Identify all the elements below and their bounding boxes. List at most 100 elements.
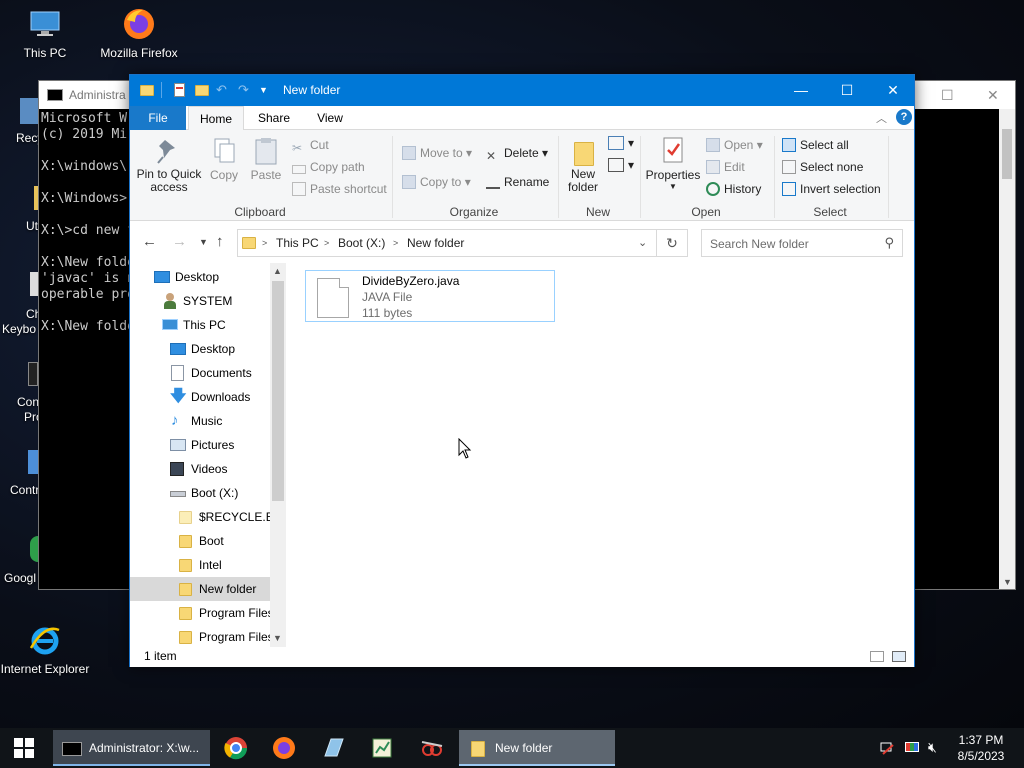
- tab-share[interactable]: Share: [250, 106, 298, 130]
- scrollbar-thumb[interactable]: [272, 281, 284, 501]
- nav-item-new-folder[interactable]: New folder: [130, 577, 270, 601]
- collapse-ribbon-icon[interactable]: ︿: [876, 110, 887, 126]
- snipping-tool-icon[interactable]: [420, 736, 444, 760]
- taskbar-item-explorer[interactable]: New folder: [459, 730, 615, 766]
- large-icons-view-icon[interactable]: [892, 651, 906, 662]
- taskbar-item-console[interactable]: Administrator: X:\w...: [53, 730, 210, 766]
- close-icon[interactable]: ✕: [987, 87, 999, 104]
- copy-button[interactable]: Copy: [206, 136, 242, 182]
- rename-button[interactable]: Rename: [486, 175, 549, 189]
- nav-scrollbar[interactable]: ▲ ▼: [270, 263, 286, 647]
- cut-button[interactable]: ✂ Cut: [292, 138, 329, 155]
- partial-icon-keyboard[interactable]: [30, 272, 38, 296]
- display-icon[interactable]: [904, 740, 920, 759]
- easy-access-button[interactable]: ▾: [608, 158, 634, 172]
- spreadsheet-icon[interactable]: [370, 736, 394, 760]
- history-button[interactable]: History: [706, 182, 761, 196]
- volume-muted-icon[interactable]: 🔇︎: [928, 739, 937, 756]
- nav-item-system[interactable]: SYSTEM: [130, 289, 270, 313]
- chevron-down-icon[interactable]: ▼: [259, 85, 275, 101]
- paste-shortcut-button[interactable]: Paste shortcut: [292, 182, 387, 196]
- console-scrollbar[interactable]: ▼: [999, 109, 1015, 589]
- partial-icon-control-panel[interactable]: [28, 450, 38, 474]
- properties-quick-icon[interactable]: [172, 82, 188, 98]
- nav-item-videos[interactable]: Videos: [130, 457, 270, 481]
- edit-button[interactable]: Edit: [706, 160, 745, 174]
- partial-icon-recycle[interactable]: [20, 98, 38, 124]
- tab-file[interactable]: File: [130, 106, 186, 130]
- nav-item-music[interactable]: ♪ Music: [130, 409, 270, 433]
- address-box[interactable]: > This PC > Boot (X:) > New folder ⌄: [237, 229, 657, 257]
- recent-locations-icon[interactable]: ▼: [199, 237, 208, 247]
- nav-item-program-files[interactable]: Program Files: [130, 601, 270, 625]
- new-folder-button[interactable]: New folder: [562, 136, 604, 194]
- invert-selection-button[interactable]: Invert selection: [782, 182, 881, 196]
- chevron-right-icon[interactable]: >: [262, 238, 267, 248]
- chrome-icon[interactable]: [224, 736, 248, 760]
- easy-access-icon: [608, 158, 624, 172]
- new-item-button[interactable]: ▾: [608, 136, 634, 150]
- minimize-icon[interactable]: —: [778, 75, 824, 106]
- explorer-titlebar[interactable]: ↶ ↷ ▼ New folder — ☐ ✕: [130, 75, 914, 106]
- tab-home[interactable]: Home: [188, 106, 244, 131]
- partial-icon-google[interactable]: [30, 536, 38, 562]
- clock[interactable]: 1:37 PM 8/5/2023: [956, 732, 1006, 764]
- tab-view[interactable]: View: [306, 106, 354, 130]
- maximize-icon[interactable]: ☐: [824, 75, 870, 106]
- folder-icon: [139, 82, 155, 98]
- back-arrow-icon[interactable]: ←: [142, 233, 157, 250]
- nav-item-this-pc[interactable]: This PC: [130, 313, 270, 337]
- nav-item-pictures[interactable]: Pictures: [130, 433, 270, 457]
- nav-item-intel-folder[interactable]: Intel: [130, 553, 270, 577]
- move-to-button[interactable]: Move to ▾: [402, 146, 472, 160]
- up-arrow-icon[interactable]: ↑: [216, 233, 224, 250]
- notepad-icon[interactable]: [321, 736, 345, 760]
- network-icon[interactable]: [880, 740, 896, 759]
- desktop-icon-firefox[interactable]: Mozilla Firefox: [94, 6, 184, 60]
- new-folder-quick-icon[interactable]: [194, 82, 210, 98]
- firefox-icon[interactable]: [272, 736, 296, 760]
- chevron-right-icon[interactable]: >: [393, 238, 398, 248]
- forward-arrow-icon[interactable]: →: [172, 233, 187, 250]
- nav-item-documents[interactable]: Documents: [130, 361, 270, 385]
- nav-item-boot-folder[interactable]: Boot: [130, 529, 270, 553]
- chevron-down-icon[interactable]: ⌄: [638, 236, 647, 249]
- maximize-icon[interactable]: ☐: [941, 87, 954, 104]
- breadcrumb-new-folder[interactable]: New folder: [407, 236, 464, 250]
- nav-item-desktop[interactable]: Desktop: [130, 337, 270, 361]
- pin-to-quick-access-button[interactable]: Pin to Quick access: [136, 136, 202, 194]
- chevron-down-icon[interactable]: ▼: [1003, 577, 1012, 587]
- open-button[interactable]: Open ▾: [706, 138, 763, 152]
- copy-to-button[interactable]: Copy to ▾: [402, 175, 471, 189]
- select-all-button[interactable]: Select all: [782, 138, 849, 152]
- paste-button[interactable]: Paste: [246, 136, 286, 182]
- copy-path-button[interactable]: Copy path: [292, 160, 365, 174]
- properties-button[interactable]: Properties ▼: [644, 136, 702, 191]
- redo-icon[interactable]: ↷: [238, 82, 254, 98]
- desktop-icon-internet-explorer[interactable]: Internet Explorer: [0, 622, 90, 676]
- details-view-icon[interactable]: [870, 651, 884, 662]
- file-item[interactable]: DivideByZero.java JAVA File 111 bytes: [305, 270, 555, 322]
- breadcrumb-boot[interactable]: Boot (X:): [338, 236, 385, 250]
- partial-icon-console[interactable]: [28, 362, 38, 386]
- delete-button[interactable]: ✕ Delete ▾: [486, 146, 548, 163]
- file-explorer-window[interactable]: ↶ ↷ ▼ New folder — ☐ ✕ File Home Share V…: [129, 74, 915, 667]
- nav-item-recycle-bin-folder[interactable]: $RECYCLE.BIN: [130, 505, 270, 529]
- help-icon[interactable]: ?: [896, 109, 912, 125]
- nav-item-desktop-root[interactable]: Desktop: [130, 265, 270, 289]
- close-icon[interactable]: ✕: [870, 75, 916, 106]
- undo-icon[interactable]: ↶: [216, 82, 232, 98]
- nav-item-boot-drive[interactable]: Boot (X:): [130, 481, 270, 505]
- chevron-up-icon[interactable]: ▲: [273, 266, 282, 276]
- chevron-down-icon[interactable]: ▼: [273, 633, 282, 643]
- search-input[interactable]: Search New folder ⚲: [701, 229, 903, 257]
- chevron-right-icon[interactable]: >: [324, 238, 329, 248]
- scrollbar-thumb[interactable]: [1002, 129, 1012, 179]
- nav-item-downloads[interactable]: 🡇 Downloads: [130, 385, 270, 409]
- nav-item-program-files-x86[interactable]: Program Files: [130, 625, 270, 647]
- select-none-button[interactable]: Select none: [782, 160, 863, 174]
- start-button[interactable]: [0, 728, 48, 768]
- desktop-icon-this-pc[interactable]: This PC: [0, 6, 90, 60]
- breadcrumb-this-pc[interactable]: This PC: [276, 236, 319, 250]
- refresh-icon[interactable]: ↻: [657, 229, 688, 257]
